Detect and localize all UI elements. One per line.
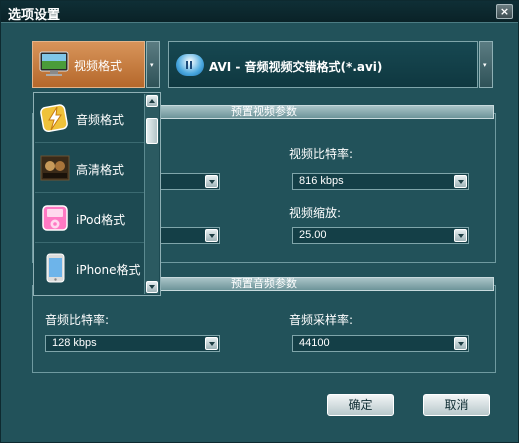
audio-params-group <box>32 285 496 373</box>
list-item-label: iPhone格式 <box>76 263 141 277</box>
format-category-button[interactable]: 视频格式 <box>32 41 145 88</box>
movie-poster-icon <box>40 155 70 181</box>
video-zoom-select[interactable]: 25.00 <box>292 227 469 244</box>
chevron-down-icon[interactable] <box>454 229 467 242</box>
chevron-down-icon[interactable] <box>205 229 218 242</box>
audio-samplerate-select[interactable]: 44100 <box>292 335 469 352</box>
list-item-label: 音频格式 <box>76 113 125 127</box>
list-scrollbar[interactable] <box>144 94 159 294</box>
title-bar[interactable]: 选项设置 × <box>1 1 518 23</box>
list-item-ipod[interactable]: iPod格式 <box>35 194 145 243</box>
audio-bitrate-label: 音频比特率: <box>45 313 110 327</box>
scroll-up-icon[interactable] <box>146 95 158 107</box>
chevron-down-icon[interactable] <box>205 175 218 188</box>
options-dialog: 选项设置 × 视频格式 ▾ AVI - 音频视频交错格式(*.avi) ▾ 预置… <box>0 0 519 443</box>
audio-samplerate-value: 44100 <box>299 337 330 349</box>
ok-button[interactable]: 确定 <box>327 394 394 416</box>
iphone-icon <box>46 253 65 283</box>
audio-bitrate-value: 128 kbps <box>52 337 97 349</box>
chevron-down-icon[interactable] <box>454 175 467 188</box>
video-bitrate-select[interactable]: 816 kbps <box>292 173 469 190</box>
window-title: 选项设置 <box>8 8 61 23</box>
video-bitrate-label: 视频比特率: <box>289 147 354 161</box>
video-param-select-left-2[interactable] <box>151 227 220 244</box>
scroll-down-icon[interactable] <box>146 281 158 293</box>
video-param-select-left-1[interactable] <box>151 173 220 190</box>
audio-bitrate-select[interactable]: 128 kbps <box>45 335 220 352</box>
pause-pill-icon <box>176 54 204 76</box>
scroll-thumb[interactable] <box>146 118 158 144</box>
ipod-icon <box>42 205 68 231</box>
profile-label: AVI - 音频视频交错格式(*.avi) <box>209 60 383 74</box>
monitor-icon <box>39 51 69 76</box>
profile-dropdown-button[interactable]: ▾ <box>479 41 493 88</box>
video-bitrate-value: 816 kbps <box>299 175 344 187</box>
profile-select[interactable]: AVI - 音频视频交错格式(*.avi) <box>168 41 478 88</box>
audio-samplerate-label: 音频采样率: <box>289 313 354 327</box>
chevron-down-icon[interactable] <box>454 337 467 350</box>
list-item-label: 高清格式 <box>76 163 125 177</box>
chevron-down-icon: ▾ <box>483 61 487 69</box>
video-zoom-label: 视频缩放: <box>289 206 342 220</box>
format-category-dropdown[interactable]: ▾ <box>146 41 160 88</box>
list-item-iphone[interactable]: iPhone格式 <box>35 244 145 293</box>
chevron-down-icon[interactable] <box>205 337 218 350</box>
list-item-hd[interactable]: 高清格式 <box>35 144 145 193</box>
close-icon[interactable]: × <box>496 4 513 19</box>
lightning-audio-icon <box>40 104 68 133</box>
format-category-label: 视频格式 <box>74 59 123 73</box>
cancel-button[interactable]: 取消 <box>423 394 490 416</box>
video-zoom-value: 25.00 <box>299 229 327 241</box>
format-category-list[interactable]: 音频格式 高清格式 iPod格式 iPhone格式 <box>33 92 161 296</box>
list-item-label: iPod格式 <box>76 213 126 227</box>
list-item-audio[interactable]: 音频格式 <box>35 94 145 143</box>
chevron-down-icon: ▾ <box>150 61 154 69</box>
